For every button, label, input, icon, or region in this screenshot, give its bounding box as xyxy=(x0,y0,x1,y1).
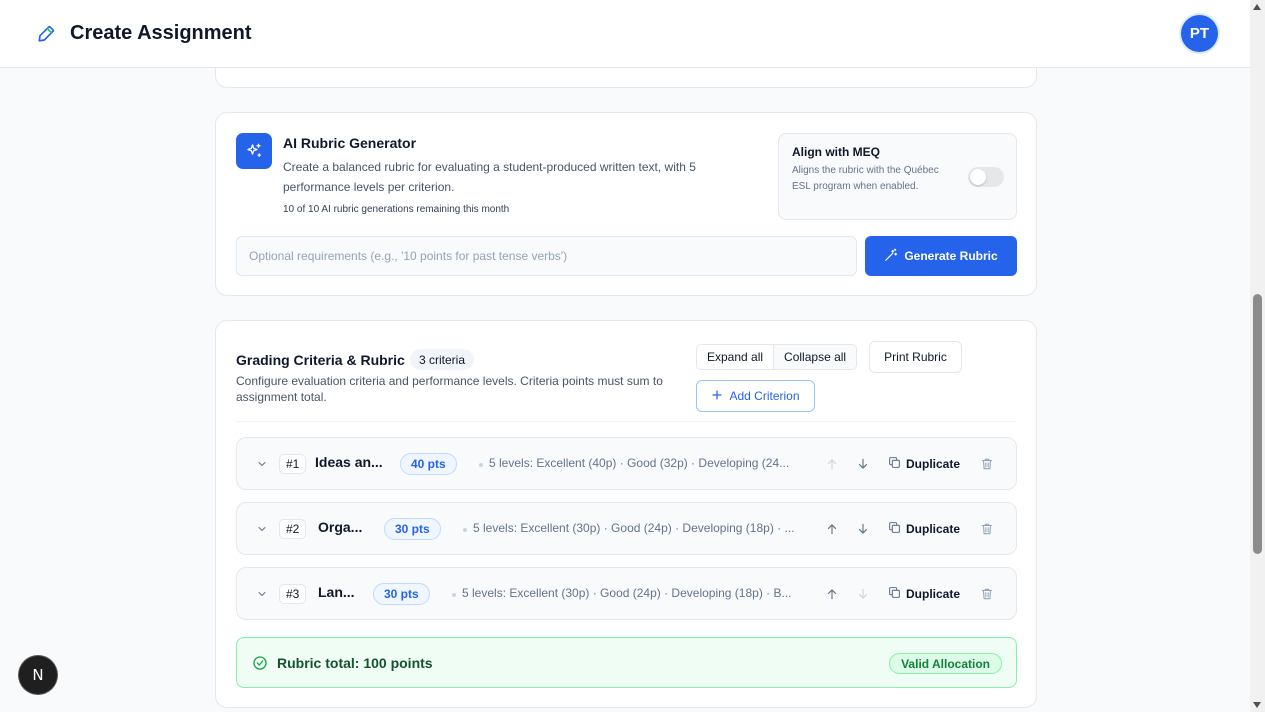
separator-dot xyxy=(479,463,483,467)
trash-icon[interactable] xyxy=(980,456,994,472)
expand-all-button[interactable]: Expand all xyxy=(697,345,774,369)
check-circle-icon xyxy=(252,655,268,671)
duplicate-label: Duplicate xyxy=(906,587,961,601)
criterion-name: Ideas an... xyxy=(315,454,383,470)
criterion-levels-summary: 5 levels: Excellent (30p) · Good (24p) ·… xyxy=(462,586,792,600)
ai-generator-description: Create a balanced rubric for evaluating … xyxy=(283,160,696,194)
duplicate-label: Duplicate xyxy=(906,457,961,471)
criterion-name: Orga... xyxy=(318,519,363,535)
print-rubric-button[interactable]: Print Rubric xyxy=(869,341,962,373)
ai-generator-title: AI Rubric Generator xyxy=(283,135,417,151)
criterion-points-badge: 30 pts xyxy=(384,518,441,540)
move-up-icon[interactable] xyxy=(825,586,839,602)
meq-title: Align with MEQ xyxy=(792,145,880,159)
grading-criteria-card: Grading Criteria & Rubric 3 criteria Con… xyxy=(215,320,1037,708)
vertical-scrollbar[interactable] xyxy=(1250,0,1265,712)
next-dev-indicator-button[interactable]: N xyxy=(19,656,57,694)
trash-icon[interactable] xyxy=(980,521,994,537)
sparkles-icon xyxy=(236,133,272,169)
avatar[interactable]: PT xyxy=(1181,15,1218,52)
copy-icon xyxy=(888,586,901,602)
criterion-number: #2 xyxy=(279,519,307,539)
divider xyxy=(236,421,1016,422)
chevron-down-icon[interactable] xyxy=(256,522,268,534)
add-criterion-label: Add Criterion xyxy=(729,389,800,403)
collapse-all-button[interactable]: Collapse all xyxy=(773,345,857,369)
valid-allocation-badge: Valid Allocation xyxy=(889,653,1002,674)
chevron-down-icon[interactable] xyxy=(256,457,268,469)
grading-title: Grading Criteria & Rubric xyxy=(236,352,405,368)
page-title: Create Assignment xyxy=(70,22,252,44)
generate-rubric-label: Generate Rubric xyxy=(904,249,998,263)
scroll-up-arrow-icon[interactable] xyxy=(1253,4,1261,10)
copy-icon xyxy=(888,456,901,472)
criterion-row[interactable]: #1 Ideas an... 40 pts 5 levels: Excellen… xyxy=(236,437,1017,490)
move-down-icon[interactable] xyxy=(856,521,870,537)
criterion-row[interactable]: #3 Lan... 30 pts 5 levels: Excellent (30… xyxy=(236,567,1017,620)
move-down-icon[interactable] xyxy=(856,586,870,602)
toggle-knob xyxy=(970,169,986,185)
ai-generations-remaining: 10 of 10 AI rubric generations remaining… xyxy=(283,204,510,215)
criterion-levels-summary: 5 levels: Excellent (30p) · Good (24p) ·… xyxy=(473,521,795,535)
duplicate-button[interactable]: Duplicate xyxy=(888,584,960,604)
ai-rubric-generator-card: AI Rubric Generator Create a balanced ru… xyxy=(215,112,1037,296)
scrollbar-thumb[interactable] xyxy=(1253,294,1262,554)
generate-rubric-button[interactable]: Generate Rubric xyxy=(865,236,1017,276)
requirements-input[interactable] xyxy=(236,236,857,276)
move-down-icon[interactable] xyxy=(856,456,870,472)
pencil-icon xyxy=(36,24,56,44)
add-criterion-button[interactable]: Add Criterion xyxy=(696,380,815,412)
magic-wand-icon xyxy=(884,248,898,265)
trash-icon[interactable] xyxy=(980,586,994,602)
separator-dot xyxy=(452,593,456,597)
plus-icon xyxy=(711,389,723,404)
criterion-points-badge: 30 pts xyxy=(373,583,430,605)
move-up-icon[interactable] xyxy=(825,456,839,472)
criterion-number: #1 xyxy=(279,454,307,474)
meq-description: Aligns the rubric with the Québec ESL pr… xyxy=(792,165,939,192)
criterion-name: Lan... xyxy=(318,584,355,600)
move-up-icon[interactable] xyxy=(825,521,839,537)
criteria-count-badge: 3 criteria xyxy=(410,349,475,370)
expand-collapse-group: Expand all Collapse all xyxy=(696,344,858,370)
copy-icon xyxy=(888,521,901,537)
separator-dot xyxy=(463,528,467,532)
criterion-number: #3 xyxy=(279,584,307,604)
rubric-total-banner: Rubric total: 100 points Valid Allocatio… xyxy=(236,637,1017,688)
rubric-total-label: Rubric total: 100 points xyxy=(277,655,433,671)
criterion-points-badge: 40 pts xyxy=(400,453,457,475)
meq-align-panel: Align with MEQ Aligns the rubric with th… xyxy=(778,133,1017,220)
duplicate-button[interactable]: Duplicate xyxy=(888,454,960,474)
duplicate-label: Duplicate xyxy=(906,522,961,536)
duplicate-button[interactable]: Duplicate xyxy=(888,519,960,539)
meq-toggle[interactable] xyxy=(968,167,1004,187)
chevron-down-icon[interactable] xyxy=(256,587,268,599)
scroll-down-arrow-icon[interactable] xyxy=(1253,702,1261,708)
criterion-row[interactable]: #2 Orga... 30 pts 5 levels: Excellent (3… xyxy=(236,502,1017,555)
grading-description: Configure evaluation criteria and perfor… xyxy=(236,374,663,404)
criterion-levels-summary: 5 levels: Excellent (40p) · Good (32p) ·… xyxy=(489,456,790,470)
top-bar: Create Assignment PT xyxy=(0,0,1250,68)
